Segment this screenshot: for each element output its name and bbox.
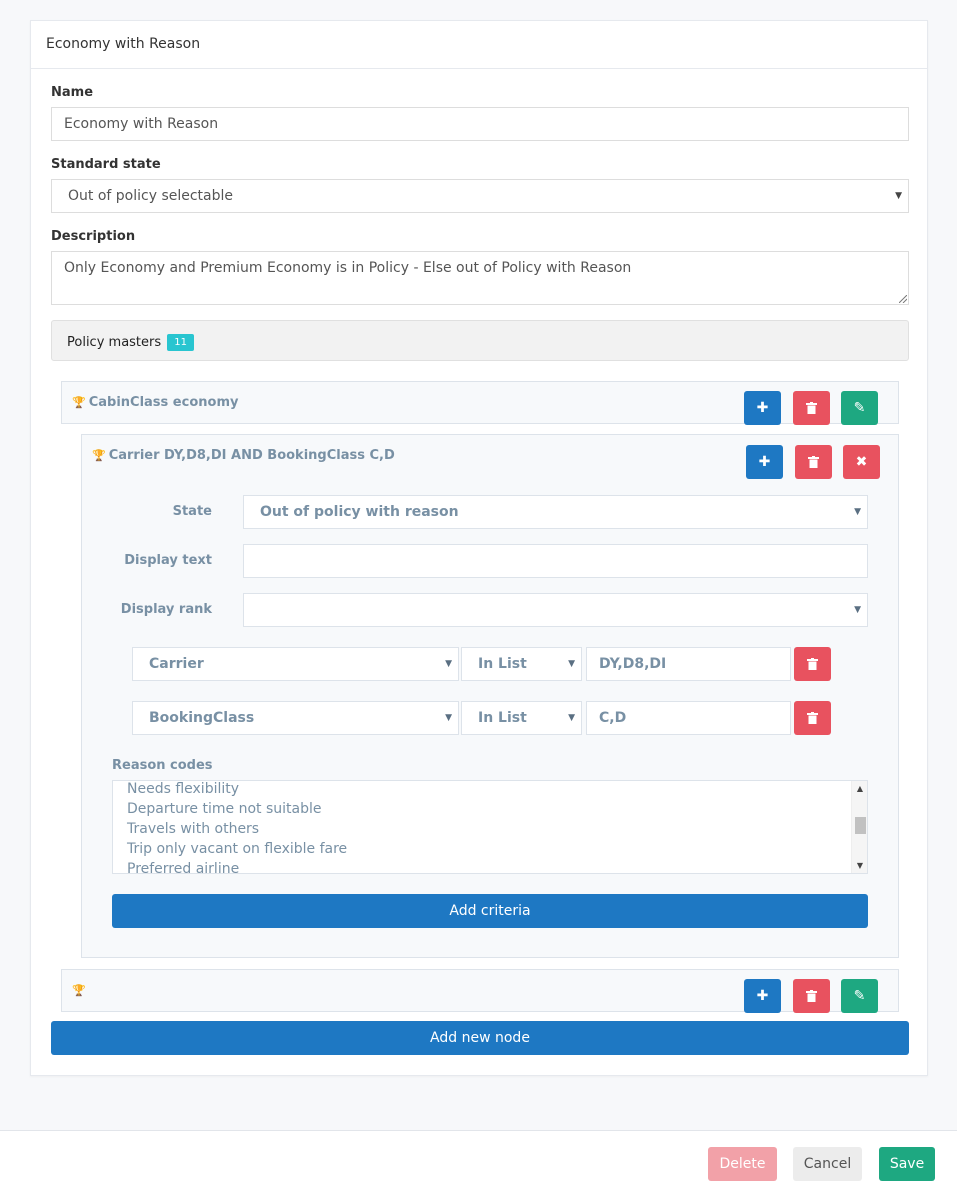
reason-code-option[interactable]: Preferred airline [113, 859, 853, 873]
node-carrier-title: Carrier DY,D8,DI AND BookingClass C,D [108, 448, 395, 463]
state-select[interactable]: Out of policy with reason ▼ [243, 495, 868, 529]
state-label: State [172, 504, 212, 519]
reason-code-option[interactable]: Departure time not suitable [113, 799, 853, 819]
cancel-button[interactable]: Cancel [793, 1147, 862, 1181]
chevron-down-icon: ▼ [445, 659, 452, 669]
trash-icon [806, 402, 817, 414]
display-text-label: Display text [124, 553, 212, 568]
trophy-icon: 🏆 [72, 396, 86, 409]
reason-code-option[interactable]: Trip only vacant on flexible fare [113, 839, 853, 859]
pencil-icon: ✎ [853, 400, 866, 416]
policy-masters-label: Policy masters [67, 335, 162, 350]
cabin-add-button[interactable]: ✚ [744, 391, 781, 425]
footer-bar: Delete Cancel Save [0, 1130, 957, 1193]
plus-icon: ✚ [758, 454, 771, 470]
display-text-input[interactable] [243, 544, 868, 578]
add-new-node-button[interactable]: Add new node [51, 1021, 909, 1055]
reason-codes-label: Reason codes [112, 758, 213, 773]
scroll-up-icon[interactable]: ▲ [852, 784, 867, 793]
plus-icon: ✚ [756, 988, 769, 1004]
empty-node-add-button[interactable]: ✚ [744, 979, 781, 1013]
trash-icon [807, 658, 818, 670]
plus-icon: ✚ [756, 400, 769, 416]
node-cabinclass-title: CabinClass economy [88, 395, 239, 410]
display-rank-select[interactable]: ▼ [243, 593, 868, 627]
chevron-down-icon: ▼ [854, 605, 861, 615]
cabin-edit-button[interactable]: ✎ [841, 391, 878, 425]
chevron-down-icon: ▼ [568, 713, 575, 723]
criteria-delete-button[interactable] [794, 647, 831, 681]
save-button[interactable]: Save [879, 1147, 935, 1181]
resize-grip-icon[interactable] [899, 295, 907, 303]
standard-state-select[interactable]: Out of policy selectable ▼ [51, 179, 909, 213]
empty-node-edit-button[interactable]: ✎ [841, 979, 878, 1013]
policy-panel: Economy with Reason Name Economy with Re… [30, 20, 928, 1076]
standard-state-value: Out of policy selectable [68, 188, 234, 204]
node-cabinclass-title-wrap: 🏆 CabinClass economy [72, 395, 238, 410]
criteria-field-value: BookingClass [149, 710, 255, 726]
carrier-close-button[interactable]: ✖ [843, 445, 880, 479]
name-label: Name [51, 85, 94, 100]
description-textarea[interactable]: Only Economy and Premium Economy is in P… [51, 251, 909, 305]
criteria-operator-select[interactable]: In List ▼ [461, 701, 582, 735]
display-rank-label: Display rank [120, 602, 212, 617]
criteria-delete-button[interactable] [794, 701, 831, 735]
criteria-operator-select[interactable]: In List ▼ [461, 647, 582, 681]
reason-code-option[interactable]: Travels with others [113, 819, 853, 839]
reason-code-option[interactable]: Needs flexibility [113, 781, 853, 799]
scroll-thumb[interactable] [855, 817, 866, 834]
scroll-down-icon[interactable]: ▼ [852, 861, 867, 870]
trophy-icon: 🏆 [92, 449, 106, 462]
reason-codes-options: Needs flexibility Departure time not sui… [113, 781, 853, 873]
description-label: Description [51, 229, 136, 244]
trash-icon [806, 990, 817, 1002]
criteria-value-input[interactable]: C,D [586, 701, 791, 735]
trash-icon [808, 456, 819, 468]
standard-state-label: Standard state [51, 157, 161, 172]
chevron-down-icon: ▼ [854, 507, 861, 517]
reason-codes-listbox[interactable]: Needs flexibility Departure time not sui… [112, 780, 868, 874]
node-carrier-title-wrap: 🏆 Carrier DY,D8,DI AND BookingClass C,D [92, 448, 395, 463]
empty-node-delete-button[interactable] [793, 979, 830, 1013]
chevron-down-icon: ▼ [895, 191, 902, 201]
criteria-value-input[interactable]: DY,D8,DI [586, 647, 791, 681]
policy-masters-count-badge: 11 [167, 334, 195, 351]
description-value: Only Economy and Premium Economy is in P… [64, 260, 632, 276]
policy-masters-bar[interactable]: Policy masters 11 [51, 320, 909, 361]
pencil-icon: ✎ [853, 988, 866, 1004]
node-empty-title-wrap: 🏆 [72, 983, 89, 998]
criteria-field-select[interactable]: BookingClass ▼ [132, 701, 459, 735]
criteria-operator-value: In List [478, 710, 527, 726]
criteria-field-value: Carrier [149, 656, 204, 672]
chevron-down-icon: ▼ [568, 659, 575, 669]
listbox-scrollbar[interactable]: ▲ ▼ [851, 781, 867, 873]
delete-button[interactable]: Delete [708, 1147, 777, 1181]
node-carrier: 🏆 Carrier DY,D8,DI AND BookingClass C,D ✚… [81, 434, 899, 958]
cabin-delete-button[interactable] [793, 391, 830, 425]
close-icon: ✖ [855, 454, 868, 470]
trash-icon [807, 712, 818, 724]
name-input[interactable]: Economy with Reason [51, 107, 909, 141]
add-criteria-button[interactable]: Add criteria [112, 894, 868, 928]
trophy-icon: 🏆 [72, 984, 86, 997]
criteria-field-select[interactable]: Carrier ▼ [132, 647, 459, 681]
carrier-add-button[interactable]: ✚ [746, 445, 783, 479]
carrier-delete-button[interactable] [795, 445, 832, 479]
state-value: Out of policy with reason [260, 504, 459, 520]
panel-title: Economy with Reason [31, 21, 927, 69]
chevron-down-icon: ▼ [445, 713, 452, 723]
criteria-operator-value: In List [478, 656, 527, 672]
